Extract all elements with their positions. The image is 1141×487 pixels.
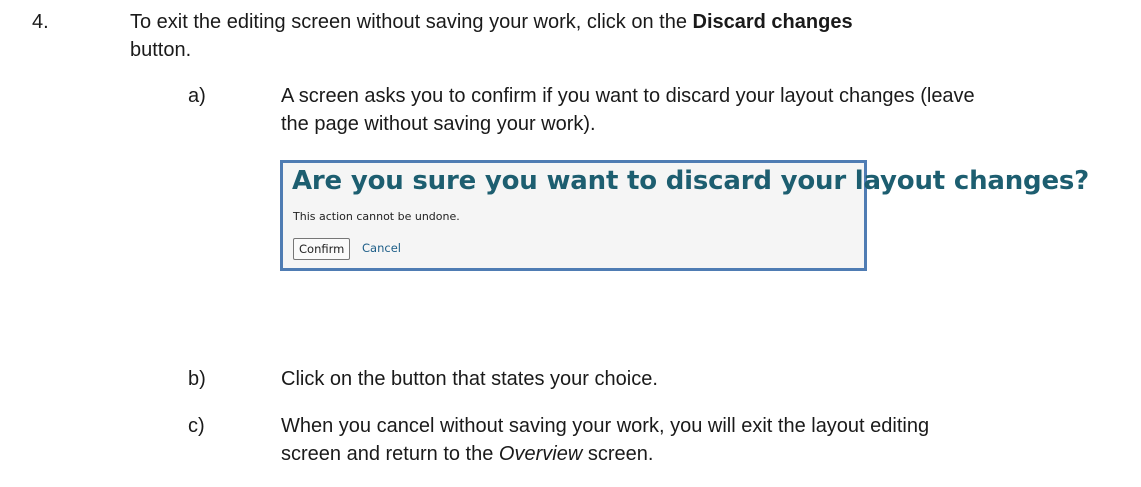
- discard-confirmation-dialog: Are you sure you want to discard your la…: [280, 160, 1089, 271]
- substep-b-text: Click on the button that states your cho…: [281, 368, 658, 390]
- substep-b-label: b): [188, 368, 206, 390]
- substep-a-text-continued: the page without saving your work).: [281, 113, 596, 135]
- overview-screen-name: Overview: [498, 443, 583, 465]
- dialog-message: This action cannot be undone.: [293, 210, 460, 223]
- step-instruction-continued: button.: [130, 39, 192, 61]
- dialog-title: Are you sure you want to discard your la…: [292, 166, 1090, 196]
- step-number: 4.: [32, 11, 49, 33]
- substep-c-before: screen and return to the: [281, 443, 499, 465]
- discard-changes-reference: Discard changes: [692, 11, 853, 33]
- substep-c-label: c): [188, 415, 205, 437]
- step-text-before: To exit the editing screen without savin…: [130, 11, 693, 33]
- confirm-button[interactable]: Confirm: [293, 238, 351, 260]
- substep-c-text: When you cancel without saving your work…: [281, 415, 930, 437]
- substep-a-label: a): [188, 85, 206, 107]
- substep-c-text-continued: screen and return to the Overview screen…: [281, 440, 653, 469]
- cancel-link[interactable]: Cancel: [362, 241, 401, 255]
- substep-a-text: A screen asks you to confirm if you want…: [281, 85, 975, 107]
- substep-c-after: screen.: [582, 443, 654, 465]
- step-instruction: To exit the editing screen without savin…: [130, 8, 853, 37]
